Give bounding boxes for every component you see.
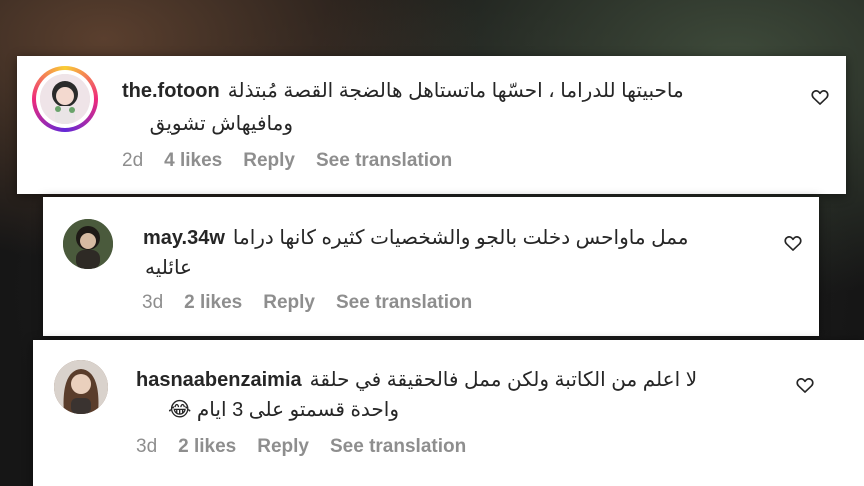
heart-icon[interactable] <box>810 87 830 107</box>
likes-count[interactable]: 2 likes <box>184 292 242 314</box>
see-translation-button[interactable]: See translation <box>330 436 466 458</box>
avatar-frame <box>36 70 94 128</box>
comment-text: لا اعلم من الكاتبة ولكن ممل فالحقيقة في … <box>309 369 698 391</box>
comment-meta: 2d 4 likes Reply See translation <box>122 150 473 172</box>
avatar[interactable] <box>54 360 108 414</box>
avatar[interactable] <box>63 219 113 269</box>
comment-card: the.fotoon ماحبيتها للدراما ، احسّها مات… <box>17 56 846 194</box>
comment-text-continued: ومافيهاش تشويق <box>149 113 293 135</box>
comment-meta: 3d 2 likes Reply See translation <box>136 436 487 458</box>
comment-card: hasnaabenzaimia لا اعلم من الكاتبة ولكن … <box>33 340 864 486</box>
reply-button[interactable]: Reply <box>257 436 309 458</box>
comment-username[interactable]: may.34w <box>143 227 225 250</box>
comment-text-continued: عائليه <box>145 257 192 279</box>
comment-age: 3d <box>136 436 158 457</box>
see-translation-button[interactable]: See translation <box>316 150 452 172</box>
comment-username[interactable]: the.fotoon <box>122 80 220 103</box>
avatar-image <box>63 219 113 269</box>
likes-count[interactable]: 4 likes <box>164 150 222 172</box>
avatar[interactable] <box>40 74 90 124</box>
comment-username[interactable]: hasnaabenzaimia <box>136 369 302 392</box>
comment-text: ممل ماواحس دخلت بالجو والشخصيات كثيره كا… <box>232 227 689 249</box>
comment-text: ماحبيتها للدراما ، احسّها ماتستاهل هالضج… <box>227 80 684 102</box>
heart-icon[interactable] <box>795 375 815 395</box>
reply-button[interactable]: Reply <box>243 150 295 172</box>
avatar-image <box>54 360 108 414</box>
avatar-image <box>40 74 90 124</box>
see-translation-button[interactable]: See translation <box>336 292 472 314</box>
comment-meta: 3d 2 likes Reply See translation <box>142 292 493 314</box>
comment-card: may.34w ممل ماواحس دخلت بالجو والشخصيات … <box>43 197 819 336</box>
reply-button[interactable]: Reply <box>263 292 315 314</box>
story-ring[interactable] <box>32 66 98 132</box>
heart-icon[interactable] <box>783 233 803 253</box>
comment-text-continued: واحدة قسمتو على 3 ايام 😂 <box>168 399 399 421</box>
likes-count[interactable]: 2 likes <box>178 436 236 458</box>
comment-age: 3d <box>142 292 164 313</box>
comment-age: 2d <box>122 150 144 171</box>
